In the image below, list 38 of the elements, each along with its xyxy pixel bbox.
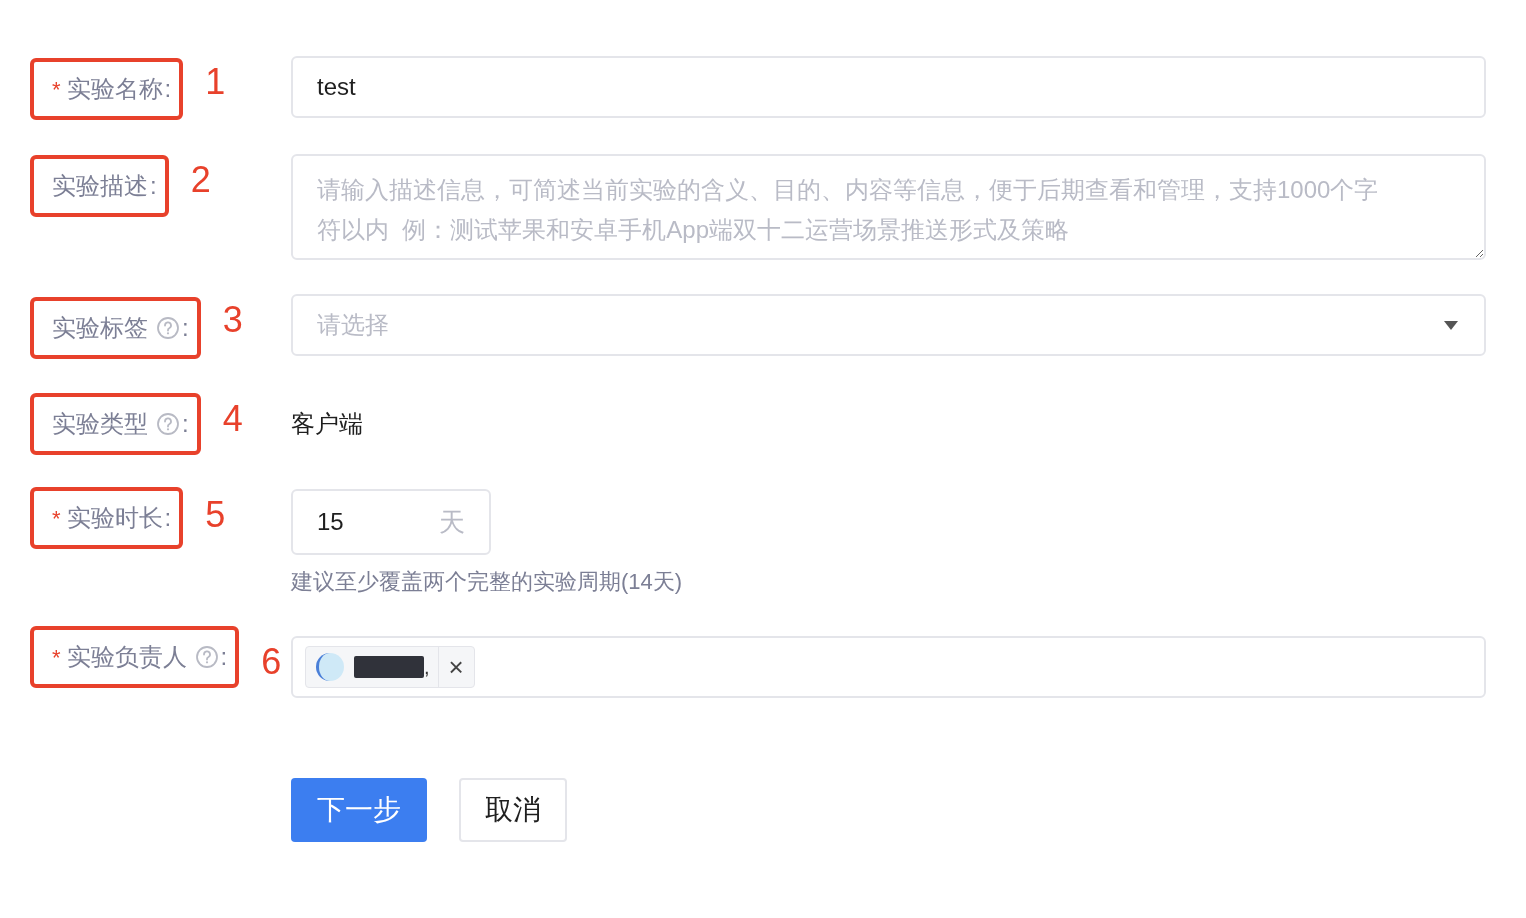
field-label: 实验描述	[52, 171, 148, 201]
cancel-button[interactable]: 取消	[459, 778, 567, 842]
field-label: 实验负责人	[66, 642, 187, 672]
duration-field[interactable]: 15 天	[291, 489, 491, 555]
label-colon: :	[150, 171, 157, 201]
label-colon: :	[182, 409, 189, 439]
annotation-number: 5	[205, 497, 226, 533]
hint-text: 建议至少覆盖两个完整的实验周期(14天)	[291, 568, 684, 596]
type-value: 客户端	[291, 409, 364, 439]
avatar-icon	[316, 653, 344, 681]
next-button[interactable]: 下一步	[291, 778, 427, 842]
redacted-block	[354, 656, 424, 678]
annotation-number: 4	[222, 401, 243, 437]
annotation-number: 1	[205, 64, 226, 100]
help-icon[interactable]	[156, 316, 180, 340]
caret-icon	[1442, 319, 1460, 331]
required-asterisk: *	[52, 75, 61, 104]
help-icon[interactable]	[194, 645, 219, 669]
field-label: 实验标签	[52, 313, 148, 343]
field-label: 实验时长	[66, 503, 163, 533]
field-label: 实验名称	[66, 74, 163, 104]
owner-select[interactable]: , ×	[291, 636, 1486, 698]
label-colon: :	[164, 503, 172, 533]
annotation-number: 3	[222, 302, 243, 338]
label-colon: :	[164, 74, 172, 104]
unit-label: 天	[439, 505, 465, 539]
description-field[interactable]: 请输入描述信息，可简述当前实验的含义、目的、内容等信息，便于后期查看和管理，支持1000个字符以内 例：测试苹果和安卓手机App端双十二运营场景推送形式及策略	[291, 154, 1486, 260]
tag-separator: ,	[424, 655, 430, 680]
label-colon: :	[220, 642, 228, 672]
required-asterisk: *	[52, 643, 61, 672]
annotation-number: 6	[261, 644, 282, 680]
help-icon[interactable]	[156, 412, 180, 436]
text-input-field[interactable]: test	[291, 56, 1486, 118]
label-colon: :	[182, 313, 189, 343]
annotation-number: 2	[190, 162, 211, 198]
remove-tag-button[interactable]: ×	[437, 647, 474, 687]
required-asterisk: *	[52, 504, 61, 533]
field-label: 实验类型	[52, 409, 148, 439]
